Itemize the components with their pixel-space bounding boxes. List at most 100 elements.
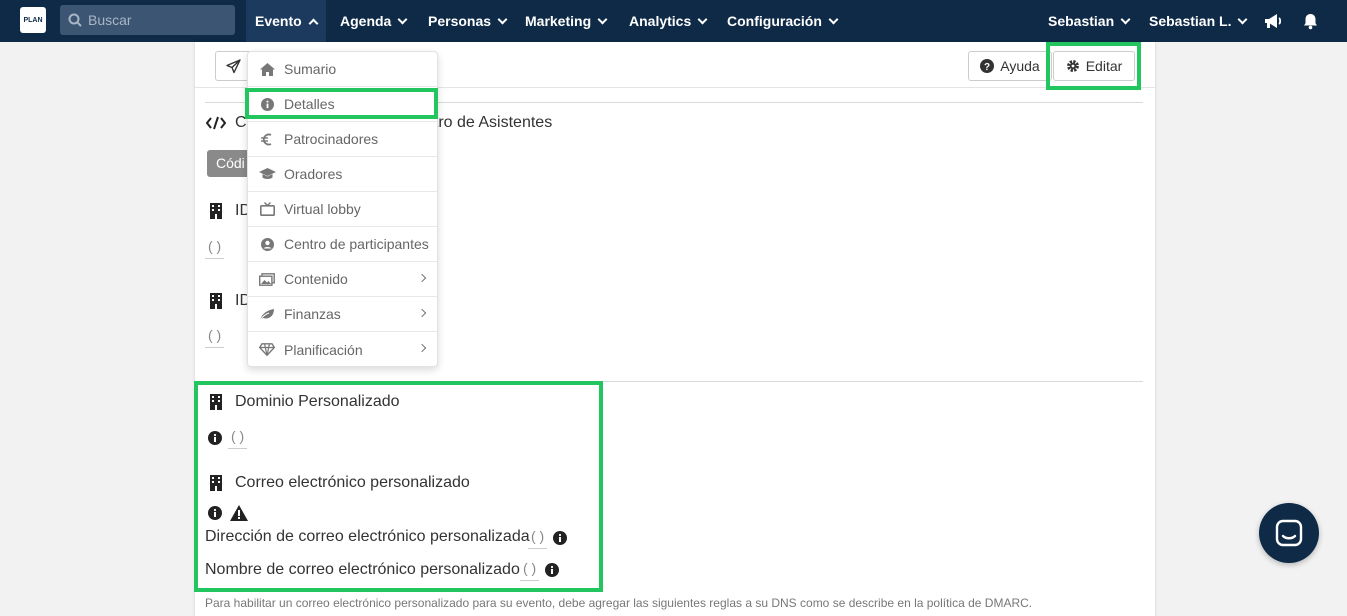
nav-personas-label: Personas — [428, 13, 492, 29]
leaf-icon — [257, 308, 277, 321]
info-circle-icon — [257, 97, 277, 111]
user-circle-icon — [257, 237, 277, 251]
chevron-down-icon — [1238, 14, 1248, 24]
building-icon — [205, 203, 227, 219]
code-section-prefix: C — [235, 114, 247, 131]
custom-email-name-label: Nombre de correo electrónico personaliza… — [205, 561, 520, 578]
dropdown-item-label: Planificación — [284, 341, 363, 358]
dropdown-item-label: Centro de participantes — [284, 236, 429, 252]
code-section-suffix: ntro de Asistentes — [425, 114, 553, 131]
chevron-down-icon — [597, 14, 608, 24]
warning-triangle-icon — [230, 505, 248, 521]
chat-launcher-button[interactable] — [1259, 503, 1319, 563]
id-field-2-value: ( ) — [205, 327, 225, 348]
chevron-down-icon — [397, 14, 408, 24]
edit-button[interactable]: Editar — [1053, 51, 1135, 81]
dropdown-item-patrocinadores[interactable]: Patrocinadores — [248, 122, 437, 157]
dropdown-item-label: Patrocinadores — [284, 131, 379, 147]
nav-marketing[interactable]: Marketing — [516, 0, 615, 42]
nav-user-sebastian[interactable]: Sebastian — [1039, 0, 1138, 42]
search-icon — [68, 13, 82, 27]
dropdown-item-contenido[interactable]: Contenido — [248, 262, 437, 297]
custom-email-title: Correo electrónico personalizado — [205, 474, 470, 492]
code-section-title-suffix: ntro de Asistentes — [425, 114, 552, 132]
question-circle-icon: ? — [980, 59, 995, 73]
bell-icon[interactable] — [1295, 0, 1325, 42]
tv-icon — [257, 202, 277, 216]
nav-evento[interactable]: Evento — [246, 0, 326, 42]
code-tab[interactable]: Códi — [207, 150, 247, 177]
chat-icon — [1275, 519, 1303, 547]
id-field-2-title: ID — [205, 292, 251, 310]
chevron-down-icon — [828, 14, 839, 24]
nav-user-sebastian-l[interactable]: Sebastian L. — [1140, 0, 1255, 42]
dropdown-item-label: Detalles — [284, 96, 335, 112]
dropdown-item-sumario[interactable]: Sumario — [248, 52, 437, 87]
nav-marketing-label: Marketing — [525, 13, 592, 29]
gear-icon — [1066, 59, 1080, 73]
info-circle-icon[interactable] — [208, 431, 222, 445]
dropdown-item-label: Contenido — [284, 271, 348, 287]
nav-configuracion[interactable]: Configuración — [718, 0, 846, 42]
nav-analytics-label: Analytics — [629, 13, 692, 29]
divider — [205, 381, 1143, 382]
nav-analytics[interactable]: Analytics — [620, 0, 715, 42]
nav-agenda[interactable]: Agenda — [331, 0, 415, 42]
dropdown-item-detalles[interactable]: Detalles — [248, 87, 437, 122]
help-button-label: Ayuda — [1000, 58, 1040, 74]
search-box[interactable] — [60, 5, 235, 35]
dropdown-item-virtual-lobby[interactable]: Virtual lobby — [248, 192, 437, 227]
building-icon — [205, 475, 227, 491]
dropdown-item-label: Virtual lobby — [284, 201, 361, 217]
id-field-1-value: ( ) — [205, 238, 225, 259]
nav-user1-label: Sebastian — [1048, 13, 1115, 29]
top-navbar: PLAN Evento Agenda Personas Marketing An… — [0, 0, 1347, 42]
edit-button-label: Editar — [1085, 58, 1123, 74]
custom-email-label: Correo electrónico personalizado — [235, 474, 470, 491]
custom-email-name-value: ( ) — [520, 560, 540, 581]
custom-domain-label: Dominio Personalizado — [235, 393, 400, 410]
chevron-right-icon — [417, 273, 427, 283]
app-logo[interactable]: PLAN — [20, 7, 46, 33]
send-button[interactable] — [215, 51, 251, 81]
custom-domain-title: Dominio Personalizado — [205, 393, 400, 411]
megaphone-icon[interactable] — [1258, 0, 1288, 42]
code-tab-label: Códi — [216, 155, 245, 171]
chevron-down-icon — [497, 14, 508, 24]
info-circle-icon[interactable] — [208, 506, 222, 520]
building-icon — [205, 293, 227, 309]
graduation-cap-icon — [257, 168, 277, 180]
code-icon — [205, 116, 227, 130]
paper-plane-icon — [225, 58, 241, 73]
dropdown-item-planificacion[interactable]: Planificación — [248, 332, 437, 367]
nav-agenda-label: Agenda — [340, 13, 392, 29]
euro-icon — [257, 133, 277, 146]
dropdown-item-oradores[interactable]: Oradores — [248, 157, 437, 192]
search-input[interactable] — [88, 12, 228, 28]
dropdown-item-label: Sumario — [284, 61, 337, 77]
custom-email-address-label: Dirección de correo electrónico personal… — [205, 528, 530, 545]
chevron-down-icon — [697, 14, 708, 24]
logo-text: PLAN — [23, 16, 43, 24]
evento-dropdown-menu: Sumario Detalles Patrocinadores Oradores… — [247, 51, 438, 367]
dropdown-item-centro-participantes[interactable]: Centro de participantes — [248, 227, 437, 262]
info-circle-icon[interactable] — [545, 563, 559, 577]
dropdown-item-label: Finanzas — [284, 306, 341, 322]
nav-configuracion-label: Configuración — [727, 13, 822, 29]
chevron-right-icon — [417, 343, 427, 353]
diamond-icon — [257, 343, 277, 356]
chevron-down-icon — [1120, 14, 1131, 24]
dropdown-item-finanzas[interactable]: Finanzas — [248, 297, 437, 332]
chevron-up-icon — [308, 18, 319, 28]
dropdown-item-label: Oradores — [284, 166, 343, 182]
chevron-right-icon — [417, 308, 427, 318]
nav-evento-label: Evento — [255, 13, 302, 29]
nav-personas[interactable]: Personas — [419, 0, 515, 42]
building-icon — [205, 394, 227, 410]
info-circle-icon[interactable] — [553, 531, 567, 545]
code-section-title: C — [205, 114, 247, 132]
nav-user2-label: Sebastian L. — [1149, 13, 1232, 29]
help-button[interactable]: ? Ayuda — [968, 51, 1052, 81]
id-field-1-title: ID — [205, 202, 251, 220]
custom-email-address-value: ( ) — [528, 528, 548, 549]
